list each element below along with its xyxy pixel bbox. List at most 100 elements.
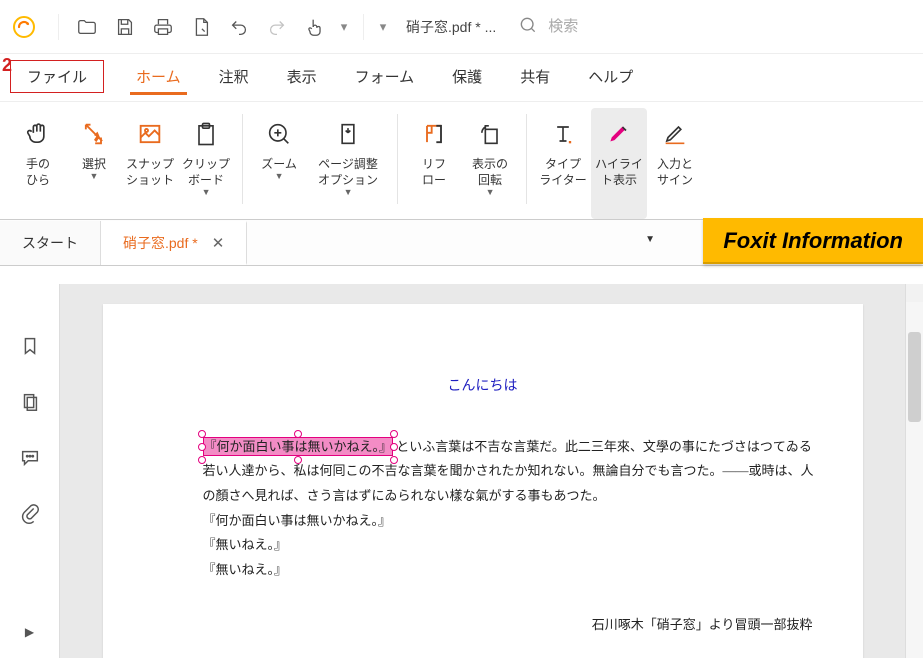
clipboard-dropdown[interactable]: ▼	[202, 188, 211, 197]
page-adjust-icon	[334, 114, 362, 154]
close-tab-icon[interactable]: ✕	[212, 234, 225, 252]
resize-handle[interactable]	[198, 443, 206, 451]
reflow-icon	[420, 114, 448, 154]
pages-panel-button[interactable]	[16, 388, 44, 416]
ribbon-tabs: ファイル ホーム 注釈 表示 フォーム 保護 共有 ヘルプ	[0, 54, 923, 102]
clipboard-label: クリップ ボード	[182, 156, 230, 188]
separator	[363, 14, 364, 40]
page-adjust-label: ページ調整 オプション	[318, 156, 378, 188]
ribbon-separator	[242, 114, 243, 204]
rotate-dropdown[interactable]: ▼	[486, 188, 495, 197]
hand-tool-button[interactable]: 手の ひら	[10, 108, 66, 219]
scrollbar-thumb[interactable]	[908, 332, 921, 422]
tab-annotate[interactable]: 注釈	[213, 60, 255, 93]
open-button[interactable]	[71, 11, 103, 43]
bookmarks-panel-button[interactable]	[16, 332, 44, 360]
snapshot-icon	[136, 114, 164, 154]
tab-form[interactable]: フォーム	[349, 60, 421, 93]
reflow-button[interactable]: リフ ロー	[406, 108, 462, 219]
select-tool-label: 選択	[82, 156, 106, 172]
fill-sign-button[interactable]: 入力と サイン	[647, 108, 703, 219]
select-dropdown[interactable]: ▼	[90, 172, 99, 181]
typewriter-button[interactable]: タイプ ライター	[535, 108, 591, 219]
tab-share[interactable]: 共有	[514, 60, 556, 93]
tab-view[interactable]: 表示	[281, 60, 323, 93]
hand-tool-label: 手の ひら	[26, 156, 50, 188]
app-logo	[10, 13, 38, 41]
highlight-button[interactable]: ハイライ ト表示	[591, 108, 647, 219]
zoom-dropdown[interactable]: ▼	[275, 172, 284, 181]
typewriter-icon	[549, 114, 577, 154]
page-viewport[interactable]: こんにちは 『何か面白い事は無いかねえ。』 といふ言葉は不吉な言葉だ。此二三年來…	[60, 284, 905, 658]
doc-tab-current[interactable]: 硝子窓.pdf * ✕	[101, 221, 247, 265]
rotate-label: 表示の 回転	[472, 156, 508, 188]
page-greeting: こんにちは	[143, 374, 823, 401]
rotate-icon	[476, 114, 504, 154]
attachments-panel-button[interactable]	[16, 500, 44, 528]
document-title: 硝子窓.pdf * ...	[406, 17, 496, 37]
resize-handle[interactable]	[294, 430, 302, 438]
tabs-overflow-dropdown[interactable]: ▼	[645, 234, 655, 245]
page-adjust-dropdown[interactable]: ▼	[344, 188, 353, 197]
resize-handle[interactable]	[198, 456, 206, 464]
zoom-label: ズーム	[261, 156, 297, 172]
ribbon-separator	[397, 114, 398, 204]
doc-tab-start-label: スタート	[22, 233, 78, 253]
expand-panel-button[interactable]: ▶	[16, 618, 44, 646]
zoom-icon	[265, 114, 293, 154]
fill-sign-label: 入力と サイン	[657, 156, 693, 188]
side-panel: ▶	[0, 284, 60, 658]
highlight-label: ハイライ ト表示	[595, 156, 643, 188]
search-box	[518, 15, 708, 38]
rotate-view-button[interactable]: 表示の 回転 ▼	[462, 108, 518, 219]
qat-customize-dropdown[interactable]: ▾	[376, 11, 390, 43]
print-button[interactable]	[147, 11, 179, 43]
search-input[interactable]	[548, 18, 708, 35]
comments-panel-button[interactable]	[16, 444, 44, 472]
doc-tab-current-label: 硝子窓.pdf *	[123, 233, 198, 253]
highlighted-text: 『何か面白い事は無いかねえ。』	[203, 437, 394, 456]
typewriter-label: タイプ ライター	[539, 156, 587, 188]
snapshot-label: スナップ ショット	[126, 156, 174, 188]
vertical-scrollbar[interactable]	[905, 284, 923, 658]
paragraph-4: 『無いねえ。』	[203, 558, 823, 583]
clipboard-icon	[192, 114, 220, 154]
tab-help[interactable]: ヘルプ	[582, 60, 639, 93]
touch-mode-button[interactable]	[299, 11, 331, 43]
zoom-button[interactable]: ズーム ▼	[251, 108, 307, 219]
search-icon	[518, 15, 538, 38]
select-icon	[80, 114, 108, 154]
reflow-label: リフ ロー	[422, 156, 446, 188]
resize-handle[interactable]	[198, 430, 206, 438]
resize-handle[interactable]	[294, 456, 302, 464]
main-area: ▶ こんにちは 『何か面白い事は無いかねえ。』 といふ言葉は不吉な言葉だ。此二三…	[0, 284, 923, 658]
quick-access-toolbar: ▾ ▾ 硝子窓.pdf * ...	[0, 0, 923, 54]
fill-sign-icon	[661, 114, 689, 154]
save-button[interactable]	[109, 11, 141, 43]
undo-button[interactable]	[223, 11, 255, 43]
snapshot-button[interactable]: スナップ ショット	[122, 108, 178, 219]
ribbon-home: 手の ひら 選択 ▼ スナップ ショット クリップ ボード ▼ ズーム ▼ ペー…	[0, 102, 923, 220]
paragraph-1: 『何か面白い事は無いかねえ。』 といふ言葉は不吉な言葉だ。此二三年來、文學の事に…	[203, 435, 823, 509]
ribbon-separator	[526, 114, 527, 204]
resize-handle[interactable]	[390, 430, 398, 438]
tab-file[interactable]: ファイル	[10, 60, 104, 93]
page-adjust-button[interactable]: ページ調整 オプション ▼	[307, 108, 389, 219]
pdf-page: こんにちは 『何か面白い事は無いかねえ。』 といふ言葉は不吉な言葉だ。此二三年來…	[103, 304, 863, 658]
paragraph-3: 『無いねえ。』	[203, 533, 823, 558]
citation: 石川啄木「硝子窓」より冒頭一部抜粋	[203, 613, 823, 638]
separator	[58, 14, 59, 40]
foxit-info-banner[interactable]: Foxit Information	[703, 218, 923, 264]
document-button[interactable]	[185, 11, 217, 43]
tab-home[interactable]: ホーム	[130, 60, 187, 93]
resize-handle[interactable]	[390, 443, 398, 451]
highlight-annotation-selected[interactable]: 『何か面白い事は無いかねえ。』	[203, 435, 394, 460]
touch-mode-dropdown[interactable]: ▾	[337, 11, 351, 43]
document-tabs-row: スタート 硝子窓.pdf * ✕ ▼ Foxit Information	[0, 220, 923, 266]
doc-tab-start[interactable]: スタート	[0, 221, 101, 265]
select-tool-button[interactable]: 選択 ▼	[66, 108, 122, 219]
tab-protect[interactable]: 保護	[446, 60, 488, 93]
hand-icon	[24, 114, 52, 154]
clipboard-button[interactable]: クリップ ボード ▼	[178, 108, 234, 219]
redo-button[interactable]	[261, 11, 293, 43]
